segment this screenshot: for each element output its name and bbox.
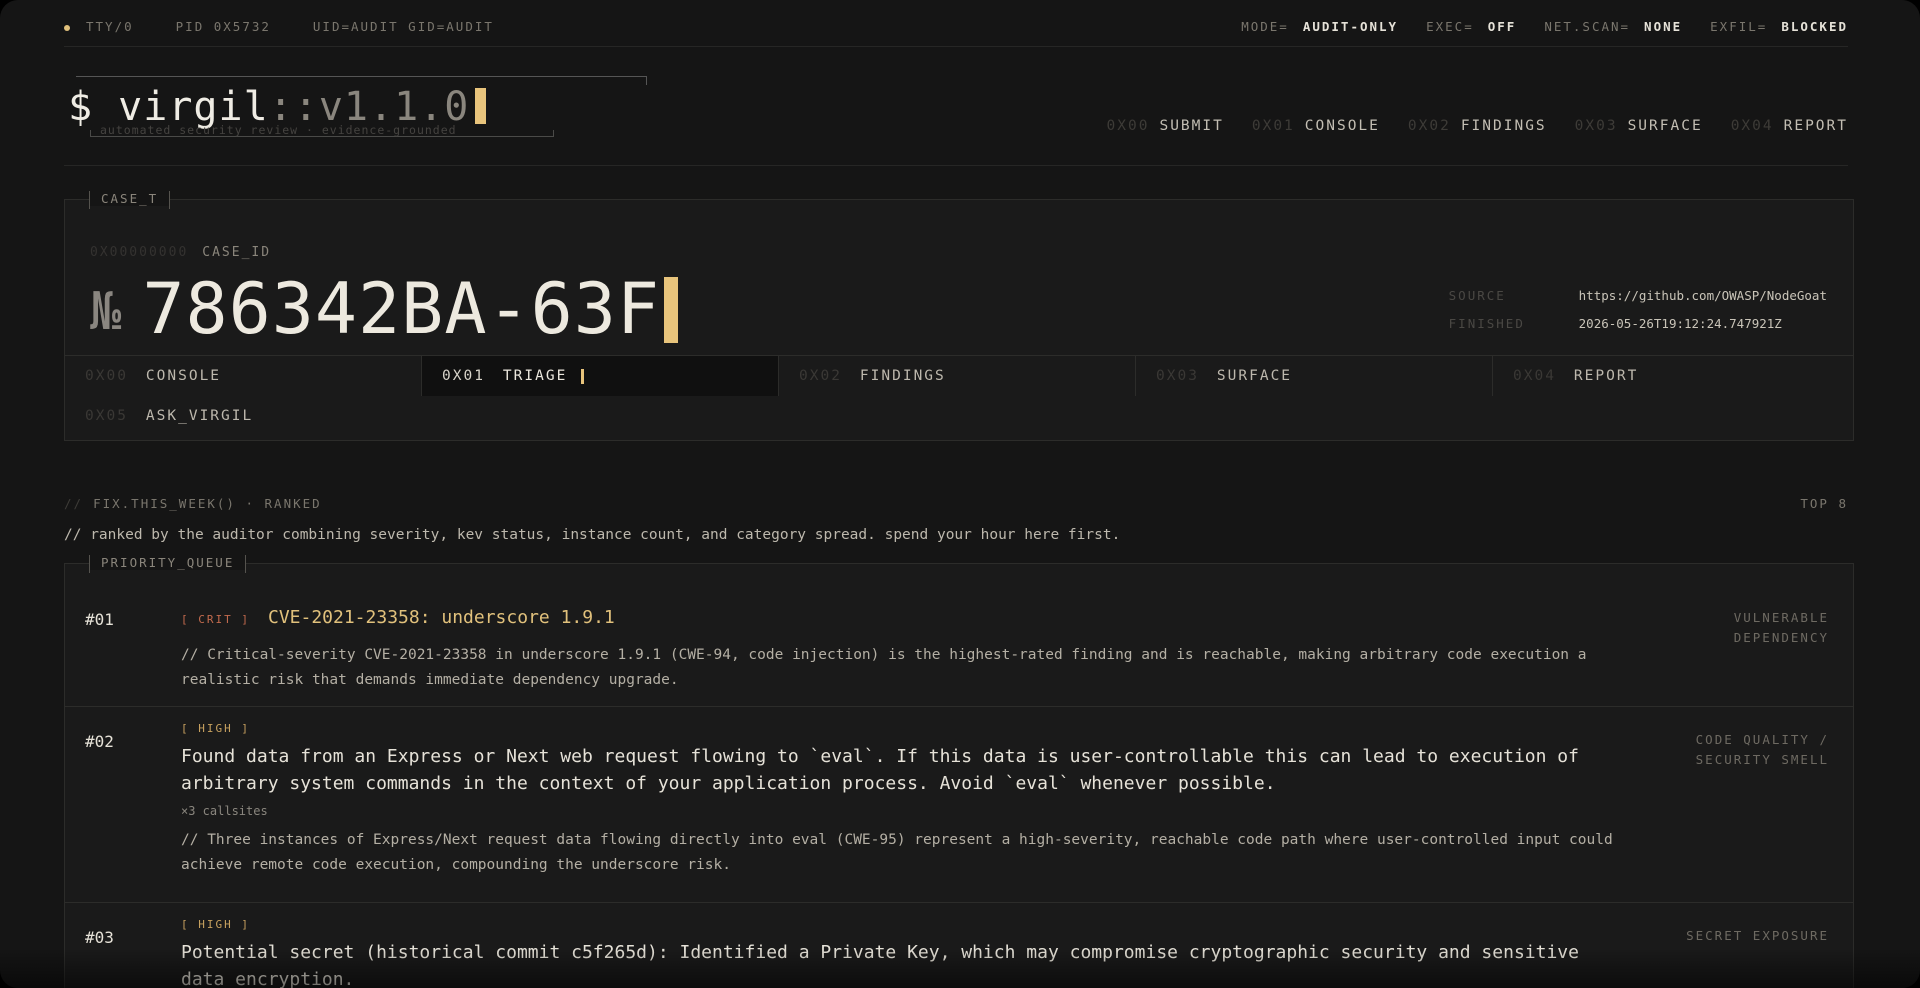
case-id-label: 0X00000000 CASE_ID [90, 245, 272, 260]
cursor-block-icon [475, 88, 487, 124]
tab-findings[interactable]: 0X02 FINDINGS [779, 356, 1136, 396]
case-tag: CASE_T [89, 191, 171, 209]
case-panel: CASE_T 0X00000000 CASE_ID № 786342BA-63F S… [64, 191, 1854, 441]
priority-queue: PRIORITY_QUEUE #01 [ CRIT ] CVE-2021-2335… [64, 555, 1854, 988]
brand-logo[interactable]: $ virgil::v1.1.0 automated security revi… [64, 76, 647, 137]
tty-indicator: TTY/0 [64, 19, 134, 34]
item-category: VULNERABLE DEPENDENCY [1733, 610, 1829, 645]
top-nav: 0X00 SUBMIT 0X01 CONSOLE 0X02 FINDINGS 0X03… [1107, 118, 1848, 134]
tab-console[interactable]: 0X00 CONSOLE [65, 356, 422, 396]
pid-label: PID 0X5732 [175, 18, 271, 34]
source-key: SOURCE [1448, 288, 1506, 303]
item-rank: #01 [85, 610, 114, 629]
tab-triage[interactable]: 0X01 TRIAGE [422, 356, 779, 396]
app-subtitle: automated security review · evidence-gro… [100, 123, 457, 137]
nav-findings[interactable]: 0X02 FINDINGS [1408, 118, 1547, 134]
exec-value: OFF [1487, 18, 1517, 34]
status-led-icon [64, 24, 70, 31]
queue-item[interactable]: #03 [ HIGH ] Potential secret (historica… [65, 902, 1853, 988]
mode-value: AUDIT-ONLY [1302, 18, 1399, 34]
finished-timestamp: 2026-05-26T19:12:24.747921Z [1578, 316, 1782, 331]
active-tab-indicator-icon [581, 368, 585, 384]
mode-key: MODE= [1241, 18, 1289, 34]
case-meta: SOURCE https://github.com/OWASP/NodeGoat … [1449, 288, 1827, 344]
item-rank: #02 [85, 732, 114, 751]
tab-ask-virgil[interactable]: 0X05 ASK_VIRGIL [65, 396, 422, 436]
nav-report[interactable]: 0X04 REPORT [1731, 118, 1848, 134]
nav-surface[interactable]: 0X03 SURFACE [1575, 118, 1703, 134]
case-id: № 786342BA-63F [90, 268, 679, 350]
fix-header: //FIX.THIS_WEEK() · RANKED TOP 8 [64, 496, 1848, 511]
case-id-value: 786342BA-63F [142, 268, 661, 350]
source-link[interactable]: https://github.com/OWASP/NodeGoat [1579, 288, 1827, 303]
fix-note: // ranked by the auditor combining sever… [64, 527, 1121, 543]
numero-sign: № [90, 282, 123, 342]
item-title: Found data from an Express or Next web r… [181, 746, 1579, 794]
item-title: Potential secret (historical commit c5f2… [181, 942, 1579, 988]
item-callsites: ×3 callsites [181, 804, 268, 818]
nav-console[interactable]: 0X01 CONSOLE [1252, 118, 1380, 134]
item-category: SECRET EXPOSURE [1686, 928, 1829, 943]
fix-heading: //FIX.THIS_WEEK() · RANKED [64, 496, 322, 511]
item-rank: #03 [85, 928, 114, 947]
severity-badge: [ HIGH ] [181, 722, 250, 735]
queue-item[interactable]: #01 [ CRIT ] CVE-2021-23358: underscore 1… [65, 564, 1853, 707]
item-category: CODE QUALITY / SECURITY SMELL [1695, 732, 1829, 767]
queue-item[interactable]: #02 [ HIGH ] Found data from an Express … [65, 706, 1853, 903]
item-title: [ CRIT ] CVE-2021-23358: underscore 1.9.1 [181, 607, 615, 628]
uid-gid-label: UID=AUDIT GID=AUDIT [312, 18, 494, 34]
exfil-value: BLOCKED [1781, 18, 1848, 34]
status-bar: TTY/0 PID 0X5732 UID=AUDIT GID=AUDIT MOD… [64, 12, 1848, 47]
tab-surface[interactable]: 0X03 SURFACE [1136, 356, 1493, 396]
item-note: // Critical-severity CVE-2021-23358 in u… [181, 647, 1587, 688]
severity-badge: [ HIGH ] [181, 918, 250, 931]
severity-badge: [ CRIT ] [181, 613, 250, 626]
tab-report[interactable]: 0X04 REPORT [1493, 356, 1850, 396]
exec-key: EXEC= [1426, 18, 1474, 34]
case-tabs: 0X00 CONSOLE 0X01 TRIAGE 0X02 FINDINGS 0X03… [65, 355, 1853, 436]
app-window: TTY/0 PID 0X5732 UID=AUDIT GID=AUDIT MOD… [0, 0, 1920, 988]
netscan-value: NONE [1644, 18, 1683, 34]
header-divider [64, 165, 1848, 166]
nav-submit[interactable]: 0X00 SUBMIT [1107, 118, 1224, 134]
cursor-block-icon [664, 277, 679, 343]
finished-key: FINISHED [1448, 316, 1525, 331]
netscan-key: NET.SCAN= [1544, 18, 1631, 34]
top-count: TOP 8 [1800, 496, 1848, 511]
item-note: // Three instances of Express/Next reque… [181, 832, 1613, 873]
exfil-key: EXFIL= [1710, 18, 1768, 34]
